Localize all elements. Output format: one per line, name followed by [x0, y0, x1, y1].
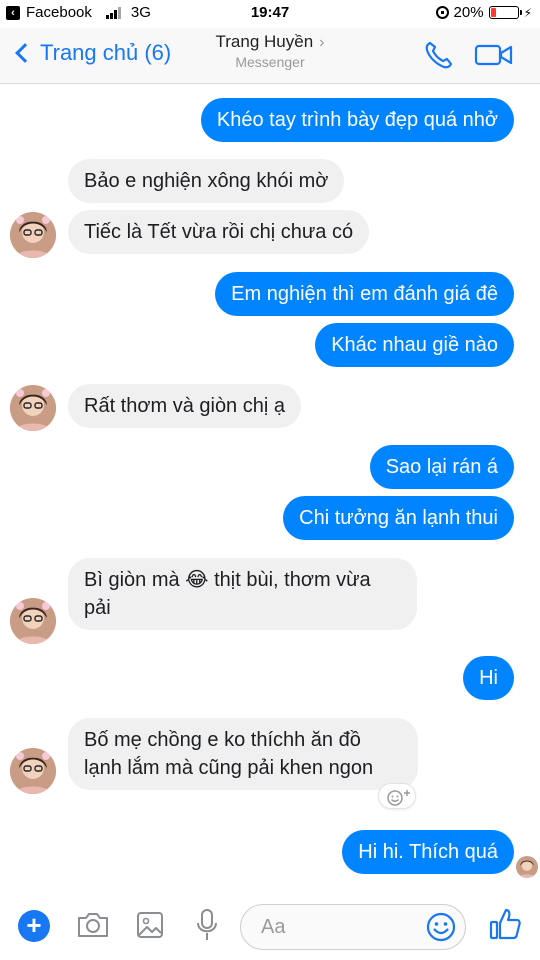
status-bar: ‹ Facebook 3G 19:47 20% ⚡ [0, 0, 540, 28]
message-bubble-outgoing[interactable]: Sao lại rán á [369, 445, 514, 489]
message-text: Bì giòn mà [84, 569, 180, 591]
message-bubble-outgoing[interactable]: Hi hi. Thích quá [342, 830, 514, 874]
seen-receipt-avatar [516, 856, 538, 878]
like-icon[interactable] [488, 906, 522, 942]
avatar[interactable] [10, 598, 56, 644]
camera-icon[interactable] [76, 910, 110, 940]
plus-icon[interactable]: + [18, 910, 50, 942]
avatar[interactable] [10, 385, 56, 431]
battery-icon [488, 6, 522, 19]
message-bubble-outgoing[interactable]: Em nghiện thì em đánh giá đê [215, 272, 514, 316]
message-input[interactable]: Aa [240, 904, 466, 950]
back-button[interactable]: Trang chủ (6) [14, 40, 171, 66]
chevron-left-icon [15, 43, 35, 63]
message-bubble-incoming[interactable]: Bố mẹ chồng e ko thíchh ăn đồ lạnh lắm m… [68, 718, 418, 790]
image-icon[interactable] [136, 910, 164, 940]
message-input-placeholder: Aa [261, 916, 286, 938]
back-button-label: Trang chủ (6) [40, 40, 172, 65]
message-text: pải [84, 597, 111, 619]
emoji-icon[interactable] [425, 911, 457, 943]
chevron-right-icon: › [319, 34, 325, 51]
message-bubble-incoming[interactable]: Bì giòn mà 😂 thịt bùi, thơm vừa pải [68, 558, 417, 630]
contact-name: Trang Huyền [215, 32, 314, 51]
avatar[interactable] [10, 748, 56, 794]
contact-subtitle: Messenger [235, 54, 305, 70]
battery-percent: 20% [453, 4, 484, 21]
message-bubble-incoming[interactable]: Bảo e nghiện xông khói mờ [68, 159, 345, 203]
contact-title[interactable]: Trang Huyền › Messenger [170, 32, 370, 70]
message-composer: + Aa [0, 890, 540, 960]
message-bubble-incoming[interactable]: Tiếc là Tết vừa rồi chị chưa có [68, 210, 370, 254]
message-text: Bố mẹ chồng e ko thíchh ăn đồ [84, 729, 361, 751]
conversation-header: Trang chủ (6) Trang Huyền › Messenger [0, 28, 540, 84]
avatar[interactable] [10, 212, 56, 258]
charging-icon: ⚡ [523, 5, 532, 20]
rotation-lock-icon [435, 6, 449, 19]
add-reaction-button[interactable] [378, 783, 416, 809]
phone-icon[interactable] [422, 38, 456, 72]
message-bubble-outgoing[interactable]: Khéo tay trình bày đẹp quá nhở [200, 98, 514, 142]
laughing-emoji: 😂 [185, 569, 209, 591]
message-bubble-outgoing[interactable]: Khác nhau giề nào [315, 323, 514, 367]
video-call-icon[interactable] [474, 42, 514, 68]
message-bubble-outgoing[interactable]: Hi [463, 656, 514, 700]
message-text: thịt bùi, thơm vừa [214, 569, 371, 591]
message-bubble-incoming[interactable]: Rất thơm và giòn chị ạ [68, 384, 301, 428]
microphone-icon[interactable] [194, 908, 220, 942]
message-bubble-outgoing[interactable]: Chi tưởng ăn lạnh thui [283, 496, 514, 540]
message-text: lạnh lắm mà cũng pải khen ngon [84, 757, 374, 779]
